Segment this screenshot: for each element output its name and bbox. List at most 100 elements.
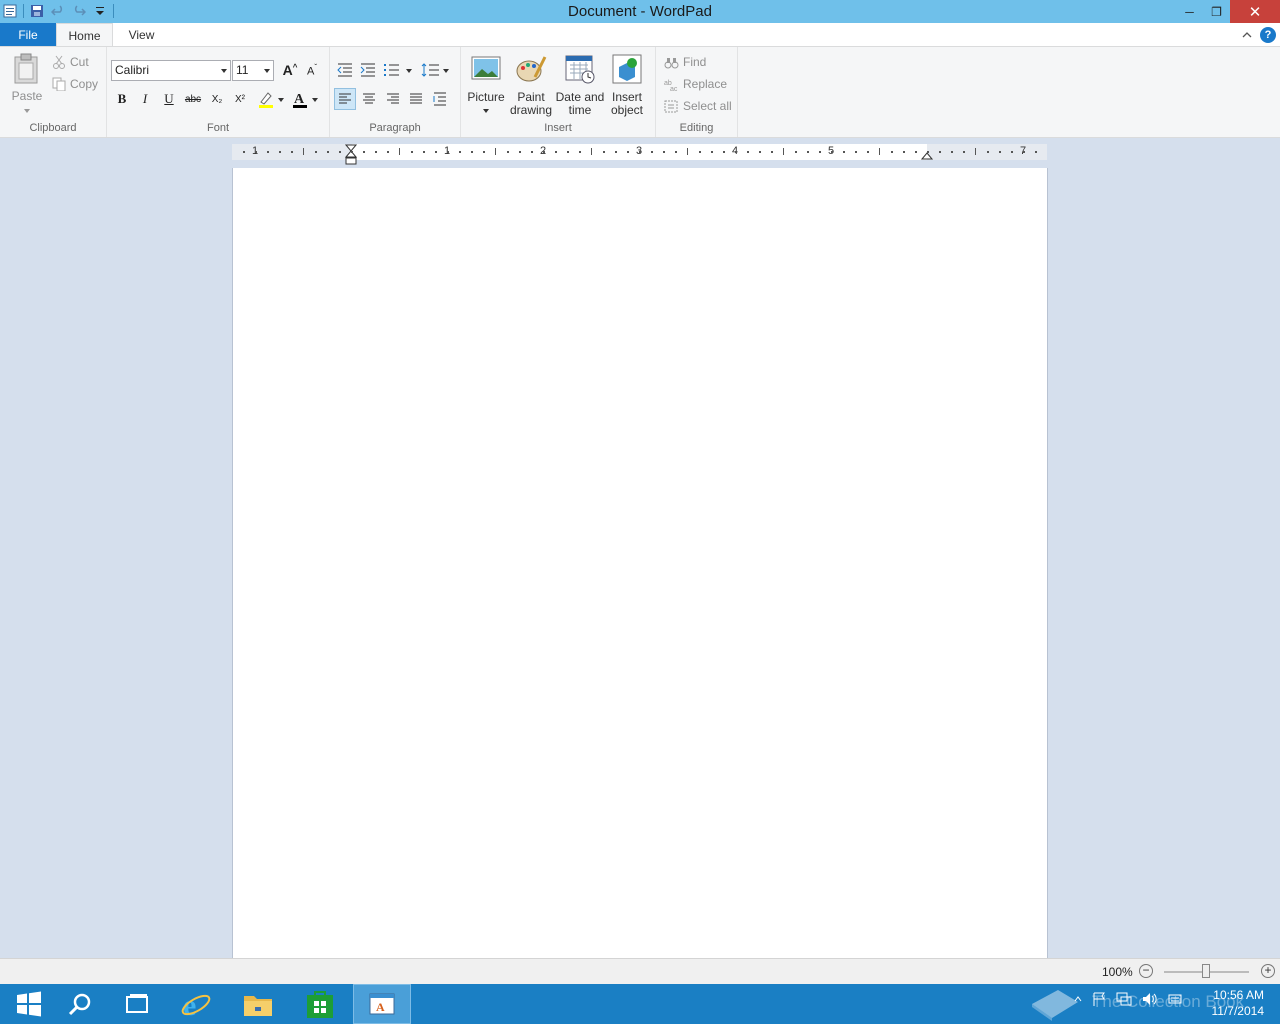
underline-button[interactable]: U — [158, 88, 180, 110]
keyboard-icon[interactable] — [1168, 992, 1182, 1006]
font-color-icon: A — [293, 92, 318, 108]
ruler-tick — [291, 151, 293, 153]
paragraph-group: Paragraph — [330, 47, 461, 137]
search-button[interactable] — [51, 984, 109, 1024]
strikethrough-button[interactable]: abc — [182, 88, 204, 110]
document-page[interactable] — [232, 168, 1048, 958]
ruler-tick — [411, 151, 413, 153]
ruler-tick — [939, 151, 941, 153]
font-color-button[interactable]: A — [290, 88, 320, 110]
close-button[interactable]: ✕ — [1230, 0, 1280, 23]
windows-logo-icon — [17, 991, 41, 1017]
calendar-clock-icon — [565, 55, 595, 84]
ruler-tick — [567, 151, 569, 153]
chevron-down-icon — [221, 69, 227, 73]
ruler-tick — [759, 151, 761, 153]
picture-label: Picture — [467, 90, 505, 104]
search-icon — [68, 993, 91, 1016]
ribbon: Paste Cut Copy Clipboard Calibri 11 A^ A… — [0, 46, 1280, 138]
window-title: Document - WordPad — [568, 3, 712, 20]
text-highlight-button[interactable] — [256, 88, 286, 110]
network-icon[interactable] — [1116, 992, 1132, 1006]
font-size-select[interactable]: 11 — [232, 60, 274, 81]
superscript-button[interactable]: X² — [229, 88, 251, 110]
paint-drawing-button[interactable]: Paint drawing — [508, 53, 554, 117]
justify-icon — [410, 93, 422, 104]
ruler-tick — [951, 151, 953, 153]
find-button[interactable]: Find — [664, 55, 706, 69]
ruler-tick — [435, 151, 437, 153]
grow-font-button[interactable]: A^ — [279, 59, 301, 81]
task-view-button[interactable] — [108, 984, 166, 1024]
bold-button[interactable]: B — [111, 88, 133, 110]
line-spacing-button[interactable] — [420, 59, 452, 81]
ruler-tick — [579, 151, 581, 153]
volume-icon[interactable] — [1142, 992, 1158, 1006]
ruler-tick — [975, 148, 976, 155]
cut-label: Cut — [70, 55, 89, 69]
insert-object-button[interactable]: Insert object — [607, 53, 647, 117]
align-left-button[interactable] — [334, 88, 356, 110]
bullets-button[interactable] — [330, 47, 352, 69]
italic-button[interactable]: I — [134, 88, 156, 110]
ruler-tick — [447, 151, 449, 153]
taskbar: e A The Collection Book 10:56 AM 11/7/20… — [0, 984, 1280, 1024]
folder-icon — [244, 996, 272, 1016]
action-center-flag-icon[interactable] — [1092, 992, 1106, 1006]
picture-dropdown-icon — [483, 109, 489, 113]
insert-picture-button[interactable]: Picture — [466, 53, 506, 117]
align-right-icon — [387, 93, 399, 104]
wordpad-taskbar-button[interactable]: A — [353, 984, 411, 1024]
date-time-button[interactable]: Date and time — [555, 53, 605, 117]
cut-button[interactable]: Cut — [52, 55, 89, 69]
paragraph-button[interactable] — [429, 88, 451, 110]
ruler-tick — [507, 151, 509, 153]
zoom-out-button[interactable]: − — [1139, 964, 1153, 978]
help-icon[interactable]: ? — [1260, 27, 1276, 43]
subscript-button[interactable]: X₂ — [206, 88, 228, 110]
horizontal-ruler[interactable]: 1 1 2 3 4 5 7 — [232, 144, 1047, 165]
ruler-tick — [867, 151, 869, 153]
start-button[interactable] — [0, 984, 58, 1024]
restore-button[interactable]: ❐ — [1203, 0, 1230, 23]
insert-group-label: Insert — [544, 122, 572, 134]
increase-indent-button[interactable] — [357, 59, 379, 81]
ruler-tick — [459, 151, 461, 153]
first-line-indent-marker-icon[interactable] — [345, 144, 357, 166]
insert-object-label-line2: object — [610, 103, 644, 117]
minimize-button[interactable]: ─ — [1176, 0, 1203, 23]
list-button[interactable] — [382, 59, 414, 81]
align-right-button[interactable] — [382, 88, 404, 110]
zoom-slider-thumb[interactable] — [1202, 964, 1210, 978]
replace-button[interactable]: ab ac Replace — [664, 77, 727, 91]
font-family-select[interactable]: Calibri — [111, 60, 231, 81]
copy-button[interactable]: Copy — [52, 77, 98, 91]
paste-button[interactable]: Paste — [8, 52, 46, 117]
select-all-button[interactable]: Select all — [664, 99, 732, 113]
ruler-tick — [651, 151, 653, 153]
store-button[interactable] — [291, 984, 349, 1024]
ruler-tick — [375, 151, 377, 153]
shrink-font-button[interactable]: Aˇ — [301, 59, 323, 81]
internet-explorer-button[interactable]: e — [167, 984, 225, 1024]
ruler-tick — [1011, 151, 1013, 153]
shrink-font-icon: Aˇ — [306, 62, 317, 78]
file-explorer-button[interactable] — [229, 984, 287, 1024]
ruler-tick — [999, 151, 1001, 153]
ruler-tick — [327, 151, 329, 153]
replace-label: Replace — [683, 77, 728, 91]
tab-home[interactable]: Home — [56, 23, 113, 48]
show-hidden-icons-icon[interactable] — [1074, 996, 1082, 1002]
tab-view[interactable]: View — [113, 23, 170, 47]
tab-file[interactable]: File — [0, 23, 56, 47]
zoom-in-button[interactable]: + — [1261, 964, 1275, 978]
ruler-tick — [591, 148, 592, 155]
ruler-tick — [831, 151, 833, 153]
justify-button[interactable] — [405, 88, 427, 110]
clock[interactable]: 10:56 AM 11/7/2014 — [1212, 987, 1265, 1019]
align-center-button[interactable] — [358, 88, 380, 110]
minimize-ribbon-icon[interactable] — [1242, 28, 1252, 42]
ruler-tick — [471, 151, 473, 153]
ruler-tick — [711, 151, 713, 153]
ruler-tick — [543, 151, 545, 153]
